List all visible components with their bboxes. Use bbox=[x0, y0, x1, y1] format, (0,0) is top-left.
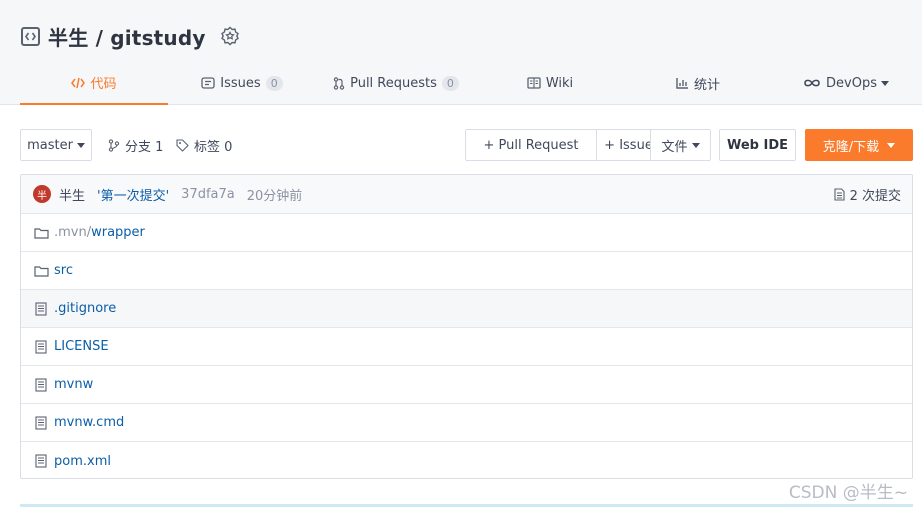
file-icon bbox=[33, 453, 49, 469]
clone-download-button[interactable]: 克隆/下载 bbox=[805, 129, 913, 161]
commit-count-link[interactable]: 2 次提交 bbox=[834, 175, 901, 214]
file-name[interactable]: .mvn/wrapper bbox=[54, 225, 145, 240]
file-list: 半 半生 '第一次提交' 37dfa7a 20分钟前 2 次提交 .mvn/wr… bbox=[20, 174, 913, 479]
file-name[interactable]: src bbox=[54, 263, 73, 278]
list-item[interactable]: mvnw.cmd bbox=[21, 404, 912, 442]
file-icon bbox=[33, 377, 49, 393]
file-icon bbox=[33, 415, 49, 431]
new-pull-request-button[interactable]: + Pull Request bbox=[465, 129, 597, 161]
wiki-icon bbox=[527, 77, 541, 89]
chevron-down-icon bbox=[691, 142, 700, 148]
folder-icon bbox=[33, 263, 49, 279]
repo-header: 半生 / gitstudy 代码 Issues 0 Pull Requests … bbox=[0, 0, 922, 105]
branch-select-label: master bbox=[27, 137, 73, 153]
repository-code-icon bbox=[21, 26, 40, 46]
commit-time: 20分钟前 bbox=[246, 188, 303, 204]
list-item[interactable]: mvnw bbox=[21, 366, 912, 404]
tab-issues-label: Issues bbox=[220, 75, 261, 91]
tab-pull-requests-label: Pull Requests bbox=[350, 75, 437, 91]
file-name[interactable]: .gitignore bbox=[54, 301, 116, 316]
list-item[interactable]: LICENSE bbox=[21, 328, 912, 366]
list-item[interactable]: .gitignore bbox=[21, 290, 912, 328]
list-item[interactable]: src bbox=[21, 252, 912, 290]
branch-icon bbox=[108, 138, 120, 152]
latest-commit-bar: 半 半生 '第一次提交' 37dfa7a 20分钟前 2 次提交 bbox=[21, 175, 912, 214]
file-name[interactable]: pom.xml bbox=[54, 454, 111, 469]
tag-icon bbox=[176, 138, 189, 152]
file-name[interactable]: mvnw.cmd bbox=[54, 415, 124, 430]
avatar[interactable]: 半 bbox=[33, 185, 51, 203]
tab-wiki-label: Wiki bbox=[545, 75, 574, 91]
folder-path-prefix: .mvn/ bbox=[54, 225, 92, 240]
chevron-down-icon bbox=[887, 142, 896, 148]
tags-label: 标签 0 bbox=[194, 139, 233, 155]
file-name[interactable]: mvnw bbox=[54, 377, 93, 392]
recommend-badge-icon[interactable] bbox=[220, 26, 240, 46]
tab-stats[interactable]: 统计 bbox=[624, 62, 772, 104]
tags-link[interactable]: 标签 0 bbox=[176, 129, 232, 161]
repo-title: 半生 / gitstudy bbox=[21, 22, 240, 50]
file-icon bbox=[33, 339, 49, 355]
tab-wiki[interactable]: Wiki bbox=[476, 62, 624, 104]
branches-label: 分支 1 bbox=[125, 139, 164, 155]
branch-select[interactable]: master bbox=[20, 129, 92, 161]
branches-link[interactable]: 分支 1 bbox=[108, 129, 163, 161]
tab-code[interactable]: 代码 bbox=[20, 62, 168, 105]
pull-requests-count-badge: 0 bbox=[441, 75, 459, 91]
tab-stats-label: 统计 bbox=[693, 77, 720, 93]
list-item[interactable]: pom.xml bbox=[21, 442, 912, 480]
stats-icon bbox=[676, 77, 689, 89]
issues-icon bbox=[201, 77, 215, 89]
file-icon bbox=[33, 301, 49, 317]
issues-count-badge: 0 bbox=[265, 75, 283, 91]
repo-toolbar: master 分支 1 标签 0 + Pull Request + Issue … bbox=[20, 129, 913, 161]
watermark: CSDN @半生~ bbox=[788, 483, 908, 503]
clone-download-label: 克隆/下载 bbox=[822, 139, 880, 155]
tab-devops[interactable]: DevOps bbox=[772, 62, 920, 104]
infinity-icon bbox=[803, 78, 821, 88]
commit-author[interactable]: 半生 bbox=[59, 185, 85, 204]
repo-tabs: 代码 Issues 0 Pull Requests 0 Wiki 统计 DevO… bbox=[0, 62, 922, 105]
commits-icon bbox=[834, 188, 845, 201]
commit-count-label: 2 次提交 bbox=[849, 189, 901, 204]
commit-hash[interactable]: 37dfa7a bbox=[181, 187, 235, 202]
code-icon bbox=[71, 77, 86, 89]
folder-icon bbox=[33, 225, 49, 241]
repo-name[interactable]: 半生 / gitstudy bbox=[48, 22, 206, 51]
file-dropdown-label: 文件 bbox=[661, 139, 688, 155]
tab-devops-label: DevOps bbox=[826, 75, 877, 91]
chevron-down-icon bbox=[880, 80, 889, 86]
web-ide-button[interactable]: Web IDE bbox=[719, 129, 796, 161]
folder-name: wrapper bbox=[91, 225, 145, 240]
file-name[interactable]: LICENSE bbox=[54, 339, 109, 354]
commit-message[interactable]: '第一次提交' bbox=[97, 185, 169, 204]
tab-issues[interactable]: Issues 0 bbox=[168, 62, 316, 104]
pull-request-icon bbox=[333, 76, 345, 90]
chevron-down-icon bbox=[76, 142, 85, 148]
tab-pull-requests[interactable]: Pull Requests 0 bbox=[316, 62, 476, 104]
file-dropdown-button[interactable]: 文件 bbox=[650, 129, 711, 161]
list-item[interactable]: .mvn/wrapper bbox=[21, 214, 912, 252]
tab-code-label: 代码 bbox=[90, 77, 117, 92]
